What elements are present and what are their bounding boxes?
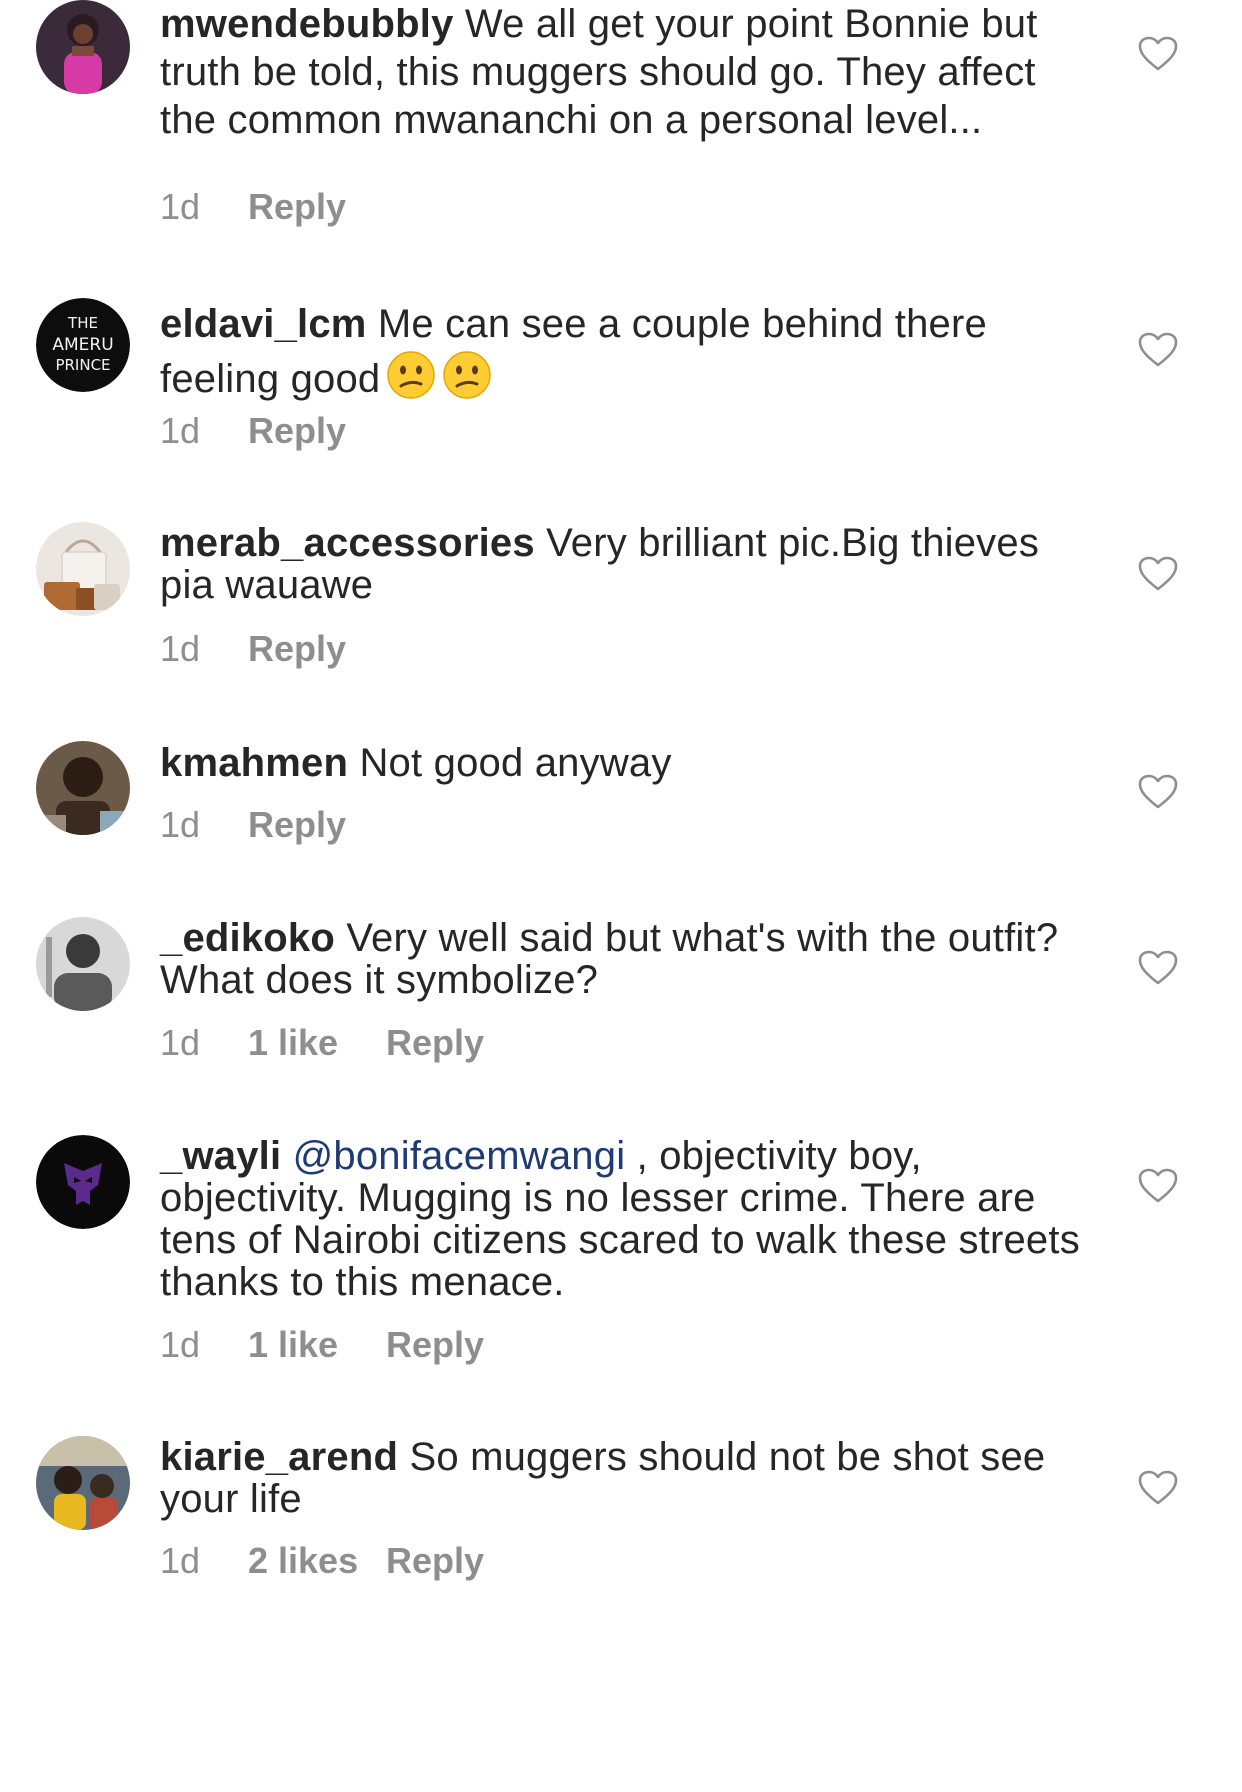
like-heart-icon[interactable] (1138, 332, 1178, 368)
comment-username[interactable]: _edikoko (160, 916, 335, 960)
like-heart-icon[interactable] (1138, 36, 1178, 72)
avatar[interactable] (36, 741, 130, 835)
comment-text: mwendebubbly We all get your point Bonni… (160, 0, 1080, 144)
comment-username[interactable]: _wayli (160, 1134, 281, 1178)
comment-meta: 1d 2 likes Reply (160, 1540, 484, 1582)
mention-link[interactable]: @bonifacemwangi (293, 1134, 626, 1178)
like-heart-icon[interactable] (1138, 774, 1178, 810)
comment-time: 1d (160, 186, 201, 227)
comment-time: 1d (160, 1022, 201, 1063)
comment-meta: 1d 1 like Reply (160, 1022, 484, 1064)
avatar[interactable] (36, 917, 130, 1011)
comment-meta: 1d 1 like Reply (160, 1324, 484, 1366)
likes-count[interactable]: 1 like (248, 1324, 386, 1366)
comment-text: eldavi_lcm Me can see a couple behind th… (160, 298, 1080, 405)
avatar[interactable] (36, 0, 130, 94)
comment-time: 1d (160, 1324, 201, 1365)
avatar-logo-text: PRINCE (55, 356, 110, 374)
avatar[interactable] (36, 1135, 130, 1229)
likes-count[interactable]: 1 like (248, 1022, 386, 1064)
comment-meta: 1d Reply (160, 628, 346, 670)
comment-text: kiarie_arend So muggers should not be sh… (160, 1436, 1080, 1520)
comment-time: 1d (160, 628, 201, 669)
confused-face-icon (443, 351, 492, 399)
reply-button[interactable]: Reply (248, 186, 346, 228)
avatar[interactable] (36, 522, 130, 616)
confused-face-icon (387, 351, 436, 399)
like-heart-icon[interactable] (1138, 1168, 1178, 1204)
like-heart-icon[interactable] (1138, 556, 1178, 592)
comment-text: _edikoko Very well said but what's with … (160, 917, 1080, 1001)
comment-username[interactable]: merab_accessories (160, 521, 535, 565)
like-heart-icon[interactable] (1138, 1470, 1178, 1506)
comment-meta: 1d Reply (160, 186, 346, 228)
comment-text: merab_accessories Very brilliant pic.Big… (160, 522, 1080, 606)
reply-button[interactable]: Reply (248, 628, 346, 670)
comment-time: 1d (160, 410, 201, 451)
comment-username[interactable]: kmahmen (160, 741, 348, 785)
reply-button[interactable]: Reply (386, 1022, 484, 1064)
reply-button[interactable]: Reply (386, 1540, 484, 1582)
reply-button[interactable]: Reply (248, 804, 346, 846)
avatar-logo-text: AMERU (52, 335, 113, 355)
comment-meta: 1d Reply (160, 410, 346, 452)
comment-body: Not good anyway (359, 741, 672, 785)
comment-username[interactable]: eldavi_lcm (160, 302, 367, 346)
comment-username[interactable]: kiarie_arend (160, 1435, 398, 1479)
avatar[interactable] (36, 1436, 130, 1530)
comment-text: kmahmen Not good anyway (160, 741, 1080, 785)
likes-count[interactable]: 2 likes (248, 1540, 386, 1582)
like-heart-icon[interactable] (1138, 950, 1178, 986)
reply-button[interactable]: Reply (386, 1324, 484, 1366)
comment-text: _wayli @bonifacemwangi , objectivity boy… (160, 1135, 1080, 1303)
reply-button[interactable]: Reply (248, 410, 346, 452)
comment-username[interactable]: mwendebubbly (160, 2, 454, 46)
avatar[interactable]: THE AMERU PRINCE (36, 298, 130, 392)
comment-time: 1d (160, 1540, 201, 1581)
comment-meta: 1d Reply (160, 804, 346, 846)
comment-time: 1d (160, 804, 201, 845)
avatar-logo-text: THE (67, 314, 98, 332)
